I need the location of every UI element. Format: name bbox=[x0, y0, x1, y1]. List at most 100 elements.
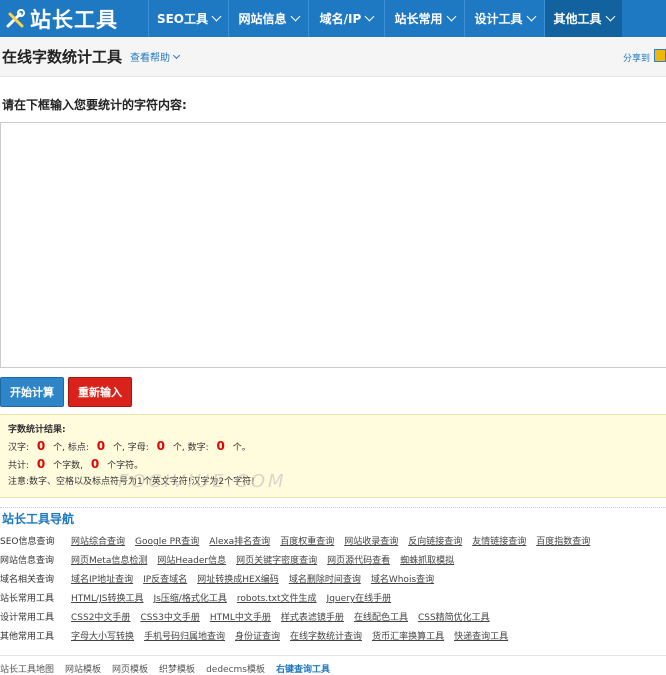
label: 个字数, bbox=[53, 461, 84, 471]
chevron-down-icon bbox=[290, 11, 300, 22]
watermark: FOCIVIUE.COM bbox=[118, 471, 287, 492]
chevron-down-icon bbox=[211, 11, 222, 22]
result-line-1: 汉字: 0 个, 标点: 0 个, 字母: 0 个, 数字: 0 个。 bbox=[8, 438, 666, 456]
chevron-down-icon bbox=[526, 11, 536, 22]
category-label: 设计常用工具 bbox=[0, 613, 55, 623]
nav-label: 网站信息 bbox=[238, 12, 287, 26]
tool-link[interactable]: HTML中文手册 bbox=[210, 610, 271, 623]
tool-link[interactable]: 网页Meta信息检测 bbox=[71, 553, 147, 566]
digit-count: 0 bbox=[216, 439, 225, 453]
chevron-down-icon bbox=[364, 11, 375, 22]
nav-link-row: SEO信息查询 网站综合查询 Google PR查询 Alexa排名查询 百度权重查询网… bbox=[0, 531, 666, 550]
tool-link[interactable]: 反向链接查询 bbox=[408, 534, 462, 547]
tool-link[interactable]: 域名IP地址查询 bbox=[71, 572, 133, 585]
result-line-2: 共计: 0 个字数, 0 个字符。 bbox=[8, 456, 666, 474]
tool-link[interactable]: 在线配色工具 bbox=[354, 610, 408, 623]
tool-link[interactable]: 域名删除时间查询 bbox=[289, 572, 361, 585]
nav-webmaster-common[interactable]: 站长常用 bbox=[384, 0, 464, 37]
tool-link[interactable]: IP反查域名 bbox=[143, 572, 187, 585]
nav-link-row: 站长常用工具 HTML/JS转换工具 Js压缩/格式化工具 robots.txt文件生… bbox=[0, 588, 666, 607]
nav-other-tools[interactable]: 其他工具 bbox=[544, 0, 622, 37]
chevron-down-icon bbox=[172, 51, 181, 60]
total-bytes-count: 0 bbox=[90, 457, 100, 471]
nav-design-tools[interactable]: 设计工具 bbox=[464, 0, 544, 37]
label: 汉字: bbox=[8, 443, 30, 453]
tool-link[interactable]: 网页源代码查看 bbox=[327, 553, 390, 566]
reset-button[interactable]: 重新输入 bbox=[68, 377, 132, 407]
tool-link[interactable]: 网址转换成HEX编码 bbox=[197, 572, 279, 585]
section-title: 站长工具导航 bbox=[2, 512, 75, 526]
tool-link[interactable]: CSS3中文手册 bbox=[140, 610, 199, 623]
share-link[interactable]: 分享到 bbox=[623, 51, 650, 64]
tool-link[interactable]: 网页关键字密度查询 bbox=[236, 553, 317, 566]
footer-link[interactable]: 织梦模板 bbox=[159, 662, 195, 675]
footer-link[interactable]: dedecms模板 bbox=[206, 662, 265, 675]
category-label: 其他常用工具 bbox=[0, 632, 55, 642]
tool-link[interactable]: Jquery在线手册 bbox=[327, 591, 392, 604]
label: 个, 标点: bbox=[53, 443, 89, 453]
tool-link[interactable]: 百度权重查询 bbox=[280, 534, 334, 547]
nav-label: 设计工具 bbox=[474, 12, 523, 26]
tool-link[interactable]: 身份证查询 bbox=[235, 629, 280, 642]
nav-label: SEO工具 bbox=[156, 12, 209, 26]
top-navigation: 站长工具 SEO工具 网站信息 域名/IP 站长常用 设计工具 其他工具 bbox=[0, 0, 666, 37]
tool-link[interactable]: Google PR查询 bbox=[135, 534, 199, 547]
help-link[interactable]: 查看帮助 bbox=[130, 49, 181, 64]
site-logo[interactable]: 站长工具 bbox=[0, 0, 148, 37]
chevron-down-icon bbox=[446, 11, 456, 22]
category-label: 站长常用工具 bbox=[0, 594, 55, 604]
tool-link[interactable]: 在线字数统计查询 bbox=[290, 629, 362, 642]
punct-count: 0 bbox=[96, 439, 106, 453]
tool-link[interactable]: 网站Header信息 bbox=[157, 553, 226, 566]
category-label: 域名相关查询 bbox=[0, 575, 55, 585]
tool-link[interactable]: Alexa排名查询 bbox=[209, 534, 270, 547]
letter-count: 0 bbox=[156, 439, 166, 453]
tool-link[interactable]: Js压缩/格式化工具 bbox=[153, 591, 226, 604]
tool-link[interactable]: 网站收录查询 bbox=[344, 534, 398, 547]
tool-link[interactable]: 蜘蛛抓取模拟 bbox=[400, 553, 454, 566]
tool-link[interactable]: 友情链接查询 bbox=[472, 534, 526, 547]
tools-navigation-section: 站长工具导航 SEO信息查询 网站综合查询 Google PR查询 Alexa排名查询… bbox=[0, 507, 666, 645]
tool-link[interactable]: CSS2中文手册 bbox=[71, 610, 130, 623]
label: 个字符。 bbox=[107, 461, 144, 471]
nav-domain-ip[interactable]: 域名/IP bbox=[308, 0, 384, 37]
tool-link[interactable]: 网站综合查询 bbox=[71, 534, 125, 547]
help-label: 查看帮助 bbox=[130, 53, 171, 64]
label: 个, 数字: bbox=[172, 443, 209, 453]
page-title: 在线字数统计工具 bbox=[2, 48, 123, 66]
category-label: 网站信息查询 bbox=[0, 556, 55, 566]
tool-link[interactable]: 域名Whois查询 bbox=[371, 572, 434, 585]
result-note: 注意:数字、空格以及标点符号为1个英文字符!汉字为2个字符! bbox=[8, 477, 255, 487]
logo-text: 站长工具 bbox=[30, 7, 118, 32]
total-chars-count: 0 bbox=[36, 457, 46, 471]
tools-icon bbox=[6, 8, 25, 27]
tool-link[interactable]: 货币汇率换算工具 bbox=[372, 629, 444, 642]
text-input-area[interactable] bbox=[0, 122, 666, 368]
nav-label: 域名/IP bbox=[319, 12, 362, 26]
tool-link[interactable]: 样式表滤镜手册 bbox=[281, 610, 344, 623]
footer-link-highlight[interactable]: 右键查询工具 bbox=[276, 662, 330, 675]
nav-site-info[interactable]: 网站信息 bbox=[228, 0, 308, 37]
footer-links: 站长工具地图 网站模板 网页模板 织梦模板 dedecms模板 右键查询工具 bbox=[0, 655, 666, 675]
tool-link[interactable]: 字母大小写转换 bbox=[71, 629, 134, 642]
nav-link-row: 网站信息查询 网页Meta信息检测 网站Header信息 网页关键字密度查询 网页源代码… bbox=[0, 550, 666, 569]
footer-link[interactable]: 站长工具地图 bbox=[0, 662, 54, 675]
tool-link[interactable]: 快递查询工具 bbox=[454, 629, 508, 642]
label: 个。 bbox=[232, 443, 251, 453]
share-icon[interactable] bbox=[654, 49, 666, 62]
nav-link-row: 域名相关查询 域名IP地址查询 IP反查域名 网址转换成HEX编码 域名删除时间查询 域名… bbox=[0, 569, 666, 588]
footer-link[interactable]: 网页模板 bbox=[112, 662, 148, 675]
nav-seo-tools[interactable]: SEO工具 bbox=[148, 0, 228, 37]
chinese-count: 0 bbox=[36, 439, 46, 453]
start-button[interactable]: 开始计算 bbox=[0, 377, 64, 407]
nav-label: 其他工具 bbox=[553, 12, 602, 26]
footer-link[interactable]: 网站模板 bbox=[65, 662, 101, 675]
nav-label: 站长常用 bbox=[394, 12, 443, 26]
tool-link[interactable]: robots.txt文件生成 bbox=[237, 591, 317, 604]
tool-link[interactable]: 百度指数查询 bbox=[536, 534, 590, 547]
title-bar: 在线字数统计工具 查看帮助 分享到 bbox=[0, 37, 666, 77]
tool-link[interactable]: 手机号码归属地查询 bbox=[144, 629, 225, 642]
nav-link-row: 设计常用工具 CSS2中文手册 CSS3中文手册 HTML中文手册 样式表滤镜手册 在线配… bbox=[0, 607, 666, 626]
tool-link[interactable]: CSS精简优化工具 bbox=[418, 610, 490, 623]
tool-link[interactable]: HTML/JS转换工具 bbox=[71, 591, 143, 604]
